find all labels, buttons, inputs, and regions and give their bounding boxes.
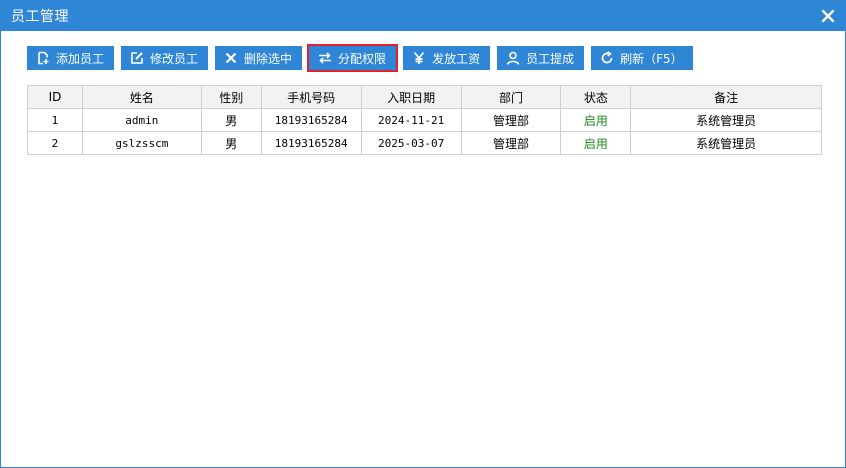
cell-department: 管理部 xyxy=(460,131,562,155)
table-row[interactable]: 2 gslzsscm 男 18193165284 2025-03-07 管理部 … xyxy=(27,131,822,155)
column-header-id[interactable]: ID xyxy=(27,85,83,109)
cell-hire-date: 2024-11-21 xyxy=(360,108,462,132)
yen-icon xyxy=(412,51,426,65)
pay-salary-button[interactable]: 发放工资 xyxy=(403,46,491,70)
edit-icon xyxy=(130,51,144,65)
delete-selected-button[interactable]: 删除选中 xyxy=(215,46,303,70)
pay-salary-label: 发放工资 xyxy=(432,51,481,66)
close-icon[interactable] xyxy=(819,7,837,25)
column-header-status[interactable]: 状态 xyxy=(560,85,632,109)
employee-management-window: 员工管理 添加员工 修改员工 删除选中 分配权限 发放工资 员工提成 刷新（F5… xyxy=(0,0,846,468)
column-header-gender[interactable]: 性别 xyxy=(200,85,262,109)
cell-status: 启用 xyxy=(560,108,632,132)
refresh-icon xyxy=(600,51,614,65)
close-icon xyxy=(224,51,238,65)
column-header-hire-date[interactable]: 入职日期 xyxy=(360,85,462,109)
cell-gender: 男 xyxy=(200,131,262,155)
add-document-icon xyxy=(36,51,50,65)
toolbar: 添加员工 修改员工 删除选中 分配权限 发放工资 员工提成 刷新（F5） xyxy=(27,44,693,72)
cell-gender: 男 xyxy=(200,108,262,132)
assign-permissions-label: 分配权限 xyxy=(338,51,387,66)
employee-table: ID 姓名 性别 手机号码 入职日期 部门 状态 备注 1 admin 男 18… xyxy=(27,85,822,155)
cell-department: 管理部 xyxy=(460,108,562,132)
cell-remark: 系统管理员 xyxy=(630,108,822,132)
column-header-phone[interactable]: 手机号码 xyxy=(260,85,362,109)
table-row[interactable]: 1 admin 男 18193165284 2024-11-21 管理部 启用 … xyxy=(27,108,822,132)
edit-employee-button[interactable]: 修改员工 xyxy=(121,46,209,70)
refresh-button[interactable]: 刷新（F5） xyxy=(591,46,693,70)
column-header-department[interactable]: 部门 xyxy=(460,85,562,109)
assign-permissions-button[interactable]: 分配权限 xyxy=(307,44,399,72)
cell-phone: 18193165284 xyxy=(260,108,362,132)
cell-id: 1 xyxy=(27,108,83,132)
user-icon xyxy=(506,51,520,65)
cell-remark: 系统管理员 xyxy=(630,131,822,155)
cell-id: 2 xyxy=(27,131,83,155)
window-title: 员工管理 xyxy=(11,9,69,25)
cell-hire-date: 2025-03-07 xyxy=(360,131,462,155)
cell-status: 启用 xyxy=(560,131,632,155)
delete-selected-label: 删除选中 xyxy=(244,51,293,66)
employee-commission-button[interactable]: 员工提成 xyxy=(497,46,585,70)
column-header-remark[interactable]: 备注 xyxy=(630,85,822,109)
refresh-label: 刷新（F5） xyxy=(620,51,683,66)
sliders-icon xyxy=(318,51,332,65)
add-employee-label: 添加员工 xyxy=(56,51,105,66)
title-bar: 员工管理 xyxy=(1,1,845,31)
table-header-row: ID 姓名 性别 手机号码 入职日期 部门 状态 备注 xyxy=(27,85,822,109)
cell-phone: 18193165284 xyxy=(260,131,362,155)
cell-name: gslzsscm xyxy=(81,131,202,155)
edit-employee-label: 修改员工 xyxy=(150,51,199,66)
employee-commission-label: 员工提成 xyxy=(526,51,575,66)
add-employee-button[interactable]: 添加员工 xyxy=(27,46,115,70)
cell-name: admin xyxy=(81,108,202,132)
column-header-name[interactable]: 姓名 xyxy=(81,85,202,109)
